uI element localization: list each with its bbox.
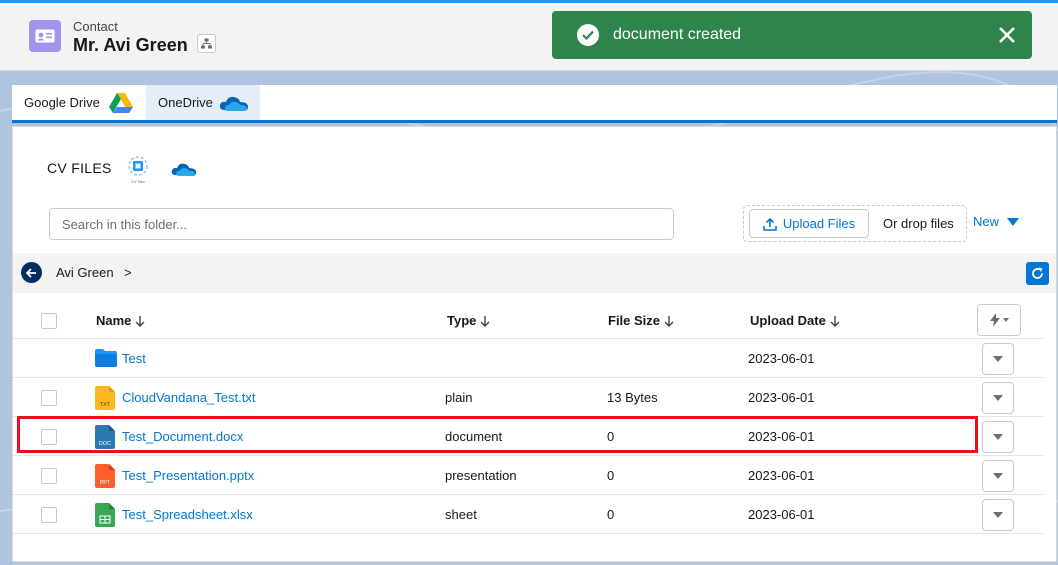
highlighted-row-outline (17, 416, 978, 453)
tab-label: OneDrive (158, 95, 213, 110)
hierarchy-button[interactable] (197, 34, 216, 53)
tab-onedrive[interactable]: OneDrive (146, 85, 260, 120)
column-label: Type (447, 313, 477, 328)
chevron-down-icon (993, 473, 1003, 479)
column-label: Name (96, 313, 132, 328)
upload-files-button[interactable]: Upload Files (749, 209, 869, 238)
bulk-actions-button[interactable] (977, 304, 1021, 336)
column-name[interactable]: Name (96, 313, 145, 328)
files-card: CV FILES CV files Upload Files Or drop f… (12, 126, 1057, 562)
upload-icon (763, 217, 777, 231)
upload-date: 2023-06-01 (748, 468, 815, 483)
table-row[interactable]: PPT Test_Presentation.pptx presentation … (13, 456, 1044, 495)
ppt-file-icon: PPT (95, 464, 115, 488)
row-actions-button[interactable] (982, 343, 1014, 375)
file-size: 13 Bytes (607, 390, 658, 405)
tab-label: Google Drive (24, 95, 100, 110)
arrow-left-icon (26, 267, 36, 278)
cv-files-caption: CV files (131, 179, 145, 184)
file-type: sheet (445, 507, 477, 522)
breadcrumb: Avi Green > (13, 253, 1056, 293)
column-label: File Size (608, 313, 661, 328)
arrow-down-icon (480, 315, 490, 327)
chevron-down-icon (993, 395, 1003, 401)
file-icon-label: PPT (100, 480, 111, 486)
google-drive-icon (108, 92, 133, 113)
row-checkbox[interactable] (41, 390, 57, 406)
row-checkbox[interactable] (41, 507, 57, 523)
toast-message: document created (613, 26, 742, 43)
onedrive-icon (171, 163, 197, 176)
chevron-down-icon (1002, 318, 1009, 322)
breadcrumb-item[interactable]: Avi Green (56, 265, 114, 280)
onedrive-icon (219, 96, 248, 111)
xlsx-file-icon (95, 503, 115, 527)
toast-close-button[interactable] (996, 24, 1018, 46)
close-icon (999, 27, 1015, 43)
file-name-link[interactable]: Test_Spreadsheet.xlsx (122, 507, 253, 522)
back-button[interactable] (21, 262, 42, 283)
select-all-checkbox[interactable] (41, 313, 57, 329)
table-row[interactable]: TXT CloudVandana_Test.txt plain 13 Bytes… (13, 378, 1044, 417)
table-row[interactable]: Test_Spreadsheet.xlsx sheet 0 2023-06-01 (13, 495, 1044, 534)
row-checkbox[interactable] (41, 468, 57, 484)
storage-tab-bar: Google Drive OneDrive (12, 85, 1057, 123)
upload-date: 2023-06-01 (748, 351, 815, 366)
file-size: 0 (607, 507, 615, 522)
card-title: CV FILES (47, 160, 112, 176)
file-dropzone[interactable]: Upload Files Or drop files (743, 205, 967, 242)
contact-icon (29, 20, 61, 52)
file-icon-label: TXT (100, 402, 111, 408)
arrow-down-icon (664, 315, 674, 327)
folder-icon (95, 349, 117, 367)
cv-files-icon: CV files (128, 156, 148, 184)
record-name: Mr. Avi Green (73, 35, 188, 55)
upload-date: 2023-06-01 (748, 390, 815, 405)
row-actions-button[interactable] (982, 382, 1014, 414)
chevron-down-icon (993, 512, 1003, 518)
file-name-link[interactable]: Test_Presentation.pptx (122, 468, 254, 483)
row-actions-button[interactable] (982, 421, 1014, 453)
column-upload-date[interactable]: Upload Date (750, 313, 840, 328)
table-header: Name Type File Size Upload Date (13, 301, 1044, 339)
row-actions-button[interactable] (982, 460, 1014, 492)
success-toast: document created (552, 11, 1032, 59)
row-actions-button[interactable] (982, 499, 1014, 531)
search-input[interactable] (49, 208, 674, 240)
file-size: 0 (607, 468, 615, 483)
arrow-down-icon (135, 315, 145, 327)
hierarchy-icon (201, 38, 212, 49)
upload-button-label: Upload Files (782, 216, 856, 231)
breadcrumb-separator: > (124, 265, 132, 280)
new-dropdown-button[interactable]: New (973, 214, 1020, 229)
success-check-icon (577, 24, 599, 46)
upload-date: 2023-06-01 (748, 507, 815, 522)
txt-file-icon: TXT (95, 386, 115, 410)
drop-files-text: Or drop files (883, 216, 954, 231)
file-type: presentation (445, 468, 517, 483)
column-file-size[interactable]: File Size (608, 313, 674, 328)
new-button-label: New (973, 214, 1000, 229)
file-name-link[interactable]: Test (122, 351, 146, 366)
tab-google-drive[interactable]: Google Drive (12, 85, 146, 120)
column-label: Upload Date (750, 313, 826, 328)
file-name-link[interactable]: CloudVandana_Test.txt (122, 390, 255, 405)
refresh-icon (1032, 267, 1043, 279)
lightning-icon (989, 313, 1000, 327)
chevron-down-icon (1007, 217, 1020, 226)
file-type: plain (445, 390, 473, 405)
column-type[interactable]: Type (447, 313, 490, 328)
refresh-button[interactable] (1026, 262, 1049, 285)
chevron-down-icon (993, 356, 1003, 362)
arrow-down-icon (830, 315, 840, 327)
chevron-down-icon (993, 434, 1003, 440)
object-label: Contact (73, 19, 118, 34)
table-row[interactable]: Test 2023-06-01 (13, 339, 1044, 378)
